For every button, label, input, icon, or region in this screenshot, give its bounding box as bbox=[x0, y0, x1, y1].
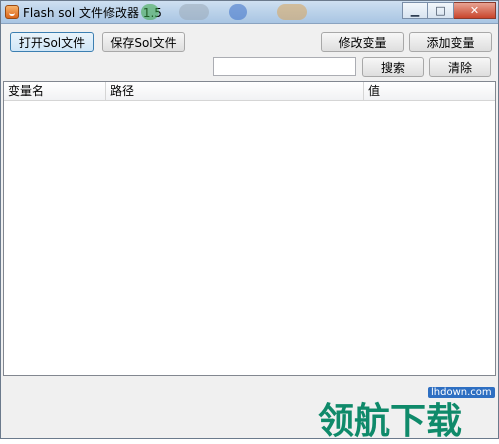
add-variable-button[interactable]: 添加变量 bbox=[409, 32, 492, 52]
minimize-button[interactable]: ▁ bbox=[402, 2, 428, 19]
close-button[interactable]: ✕ bbox=[454, 2, 496, 19]
app-icon bbox=[5, 5, 19, 19]
watermark-text: 领航下载 bbox=[318, 401, 463, 442]
column-header-value[interactable]: 值 bbox=[364, 82, 495, 100]
blurred-taskbar-icon bbox=[179, 4, 209, 20]
maximize-button[interactable]: □ bbox=[428, 2, 454, 19]
window-controls: ▁ □ ✕ bbox=[402, 2, 496, 20]
modify-variable-button[interactable]: 修改变量 bbox=[321, 32, 404, 52]
blurred-taskbar-icon bbox=[277, 4, 307, 20]
blurred-taskbar-icon bbox=[229, 4, 247, 20]
title-bar[interactable]: Flash sol 文件修改器 1.5 ▁ □ ✕ bbox=[1, 1, 498, 24]
column-header-path[interactable]: 路径 bbox=[106, 82, 364, 100]
search-input[interactable] bbox=[213, 57, 356, 76]
clear-button[interactable]: 清除 bbox=[429, 57, 491, 77]
column-header-variable-name[interactable]: 变量名 bbox=[4, 82, 106, 100]
search-button[interactable]: 搜索 bbox=[362, 57, 424, 77]
app-window: Flash sol 文件修改器 1.5 ▁ □ ✕ 打开Sol文件 保存Sol文… bbox=[0, 0, 499, 439]
variable-table[interactable]: 变量名 路径 值 bbox=[3, 81, 496, 376]
blurred-taskbar-icon bbox=[141, 4, 159, 20]
table-header: 变量名 路径 值 bbox=[4, 82, 495, 101]
save-sol-button[interactable]: 保存Sol文件 bbox=[102, 32, 185, 52]
open-sol-button[interactable]: 打开Sol文件 bbox=[10, 32, 94, 52]
